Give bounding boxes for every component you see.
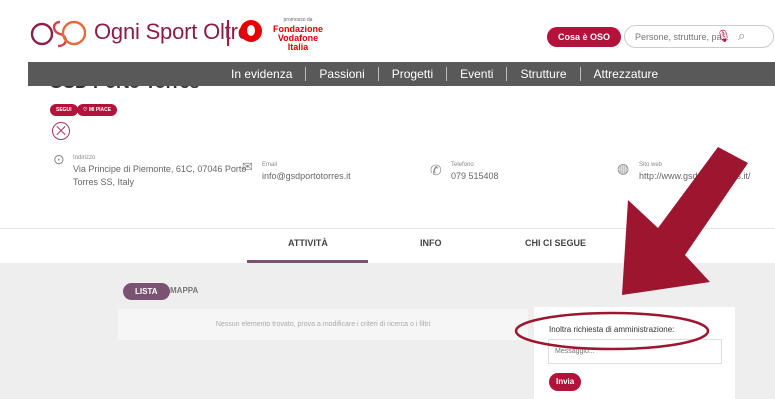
like-button[interactable]: ♡ MI PIACE — [77, 104, 118, 116]
empty-results-message: Nessun elemento trovato, prova a modific… — [118, 309, 528, 340]
address-block: Indirizzo Via Principe di Piemonte, 61C,… — [73, 154, 246, 189]
nav-item-passioni[interactable]: Passioni — [306, 62, 377, 86]
lista-toggle[interactable]: LISTA — [123, 283, 170, 300]
tab-chi-ci-segue[interactable]: CHI CI SEGUE — [525, 238, 586, 248]
fondazione-vodafone-logo[interactable]: promosso da Fondazione Vodafone Italia — [273, 16, 323, 52]
email-value[interactable]: info@gsdportotorres.it — [262, 170, 351, 183]
tabs-divider — [0, 228, 775, 229]
cosa-e-oso-button[interactable]: Cosa è OSO — [547, 27, 622, 47]
sponsor-line-3: Italia — [287, 42, 309, 52]
address-label: Indirizzo — [73, 155, 96, 161]
send-button[interactable]: Invia — [549, 373, 582, 391]
address-line-2: Torres SS, Italy — [73, 177, 135, 187]
microphone-icon[interactable]: 🎙 — [716, 29, 731, 43]
nav-item-attrezzature[interactable]: Attrezzature — [581, 62, 672, 86]
main-nav: In evidenza Passioni Progetti Eventi Str… — [28, 62, 775, 86]
address-line-1: Via Principe di Piemonte, 61C, 07046 Por… — [73, 164, 247, 174]
globe-icon: ◍ — [617, 160, 630, 176]
oso-logo-icon — [30, 20, 87, 48]
follow-button[interactable]: SEGUI — [50, 104, 78, 116]
oso-logo[interactable]: Ogni Sport Oltre — [30, 14, 250, 50]
location-pin-icon: ⊙ — [53, 151, 65, 167]
email-label: Email — [262, 162, 278, 168]
email-icon: ✉ — [242, 159, 253, 174]
admin-message-input[interactable] — [548, 339, 722, 364]
site-header: Ogni Sport Oltre promosso da Fondazione … — [0, 0, 775, 66]
phone-block: Telefono 079 515408 — [451, 161, 499, 183]
tab-attivita[interactable]: ATTIVITÀ — [288, 238, 328, 248]
vodafone-icon — [240, 20, 262, 42]
nav-item-in-evidenza[interactable]: In evidenza — [218, 62, 305, 86]
basketball-icon — [52, 122, 70, 140]
website-label: Sito web — [639, 162, 663, 168]
phone-icon: ✆ — [430, 162, 442, 178]
nav-item-progetti[interactable]: Progetti — [379, 62, 446, 86]
search-input[interactable] — [624, 25, 774, 48]
phone-label: Telefono — [451, 162, 474, 168]
email-block: Email info@gsdportotorres.it — [262, 161, 351, 183]
admin-request-label: Inoltra richiesta di amministrazione: — [549, 325, 675, 334]
nav-item-strutture[interactable]: Strutture — [507, 62, 579, 86]
nav-item-eventi[interactable]: Eventi — [447, 62, 506, 86]
mappa-toggle[interactable]: MAPPA — [170, 286, 198, 295]
tab-info[interactable]: INFO — [420, 238, 442, 248]
website-block: Sito web http://www.gsdportotorres.it/ — [639, 161, 751, 183]
like-label: MI PIACE — [88, 107, 112, 113]
header-divider — [227, 20, 229, 46]
search-icon[interactable]: ⌕ — [738, 28, 745, 44]
phone-value[interactable]: 079 515408 — [451, 170, 499, 183]
website-value[interactable]: http://www.gsdportotorres.it/ — [639, 170, 751, 183]
